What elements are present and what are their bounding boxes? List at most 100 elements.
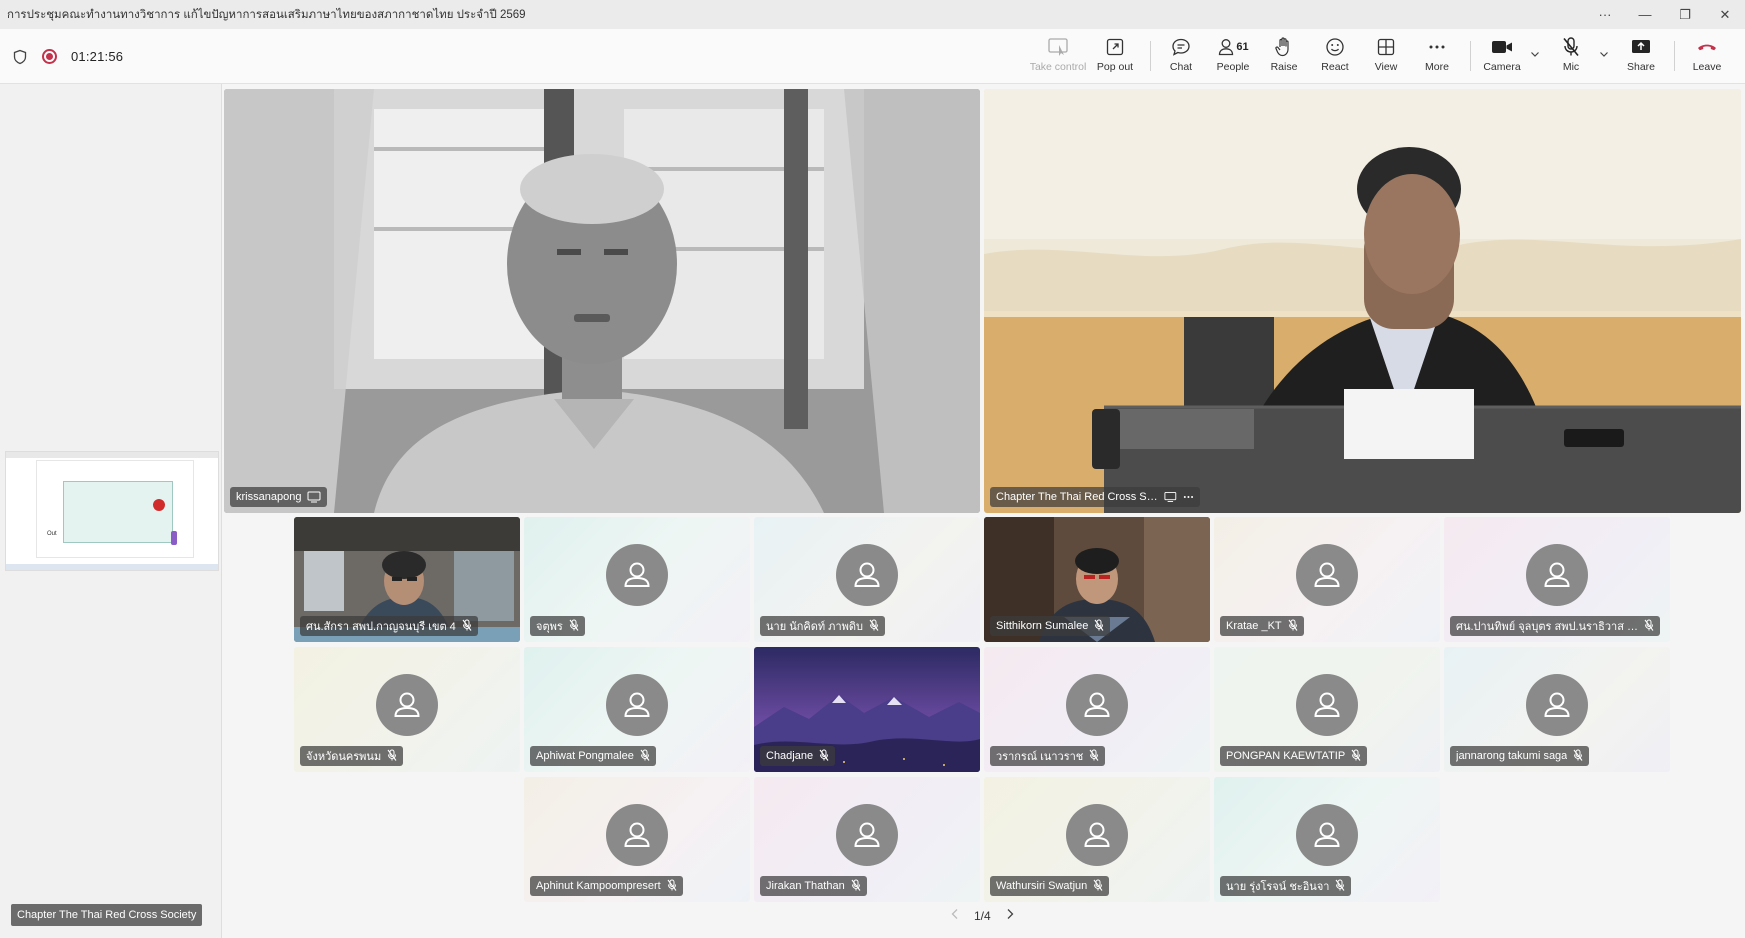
- participant-tile[interactable]: Kratae _KT: [1214, 517, 1440, 642]
- raise-hand-button[interactable]: Raise: [1256, 35, 1312, 79]
- chat-label: Chat: [1169, 61, 1193, 73]
- participant-nametag: นาย รุ่งโรจน์ ชะอินจา: [1220, 876, 1352, 896]
- featured-video-chapter-thai-red-cross[interactable]: Chapter The Thai Red Cross Society: [984, 89, 1741, 513]
- toolbar-divider: [1470, 41, 1471, 71]
- person-icon: [624, 562, 650, 587]
- leave-label: Leave: [1692, 61, 1722, 73]
- participant-tile[interactable]: ศน.สักรา สพป.กาญจนบุรี เขต 4: [294, 517, 520, 642]
- participant-tile[interactable]: PONGPAN KAEWTATIP: [1214, 647, 1440, 772]
- minimize-icon: —: [1638, 7, 1652, 22]
- person-icon: [1314, 822, 1340, 847]
- mic-off-icon: [869, 619, 879, 634]
- participant-name: Chadjane: [766, 750, 814, 762]
- camera-label: Camera: [1483, 61, 1521, 73]
- participant-tile[interactable]: จตุพร: [524, 517, 750, 642]
- hang-up-icon: [1698, 44, 1716, 51]
- mic-off-icon: [387, 749, 397, 764]
- recording-icon: [42, 49, 57, 64]
- featured-video-krissanapong[interactable]: krissanapong: [224, 89, 980, 513]
- chevron-down-icon: [1531, 52, 1539, 57]
- window-restore-button[interactable]: ❐: [1665, 0, 1705, 29]
- previous-page-button[interactable]: [950, 908, 960, 923]
- react-button[interactable]: React: [1307, 35, 1363, 79]
- shield-icon[interactable]: [12, 49, 28, 65]
- avatar: [1296, 673, 1358, 736]
- close-icon: ✕: [1719, 6, 1731, 22]
- participant-name: Jirakan Thathan: [766, 880, 845, 892]
- window-more-button[interactable]: ···: [1585, 0, 1625, 29]
- participant-tile[interactable]: นาย นักคิดท์ ภาพดิบ: [754, 517, 980, 642]
- participant-name: Kratae _KT: [1226, 620, 1282, 632]
- participant-name: Aphinut Kampoompresert: [536, 880, 661, 892]
- participant-name: จังหวัดนครพนม: [306, 751, 382, 763]
- participant-nametag: Chapter The Thai Red Cross Society: [990, 487, 1200, 507]
- participant-name: ศน.สักรา สพป.กาญจนบุรี เขต 4: [306, 621, 456, 633]
- participant-nametag: jannarong takumi saga: [1450, 746, 1590, 766]
- mic-off-icon: [667, 879, 677, 894]
- pop-out-button[interactable]: Pop out: [1087, 35, 1143, 79]
- video-feed: [224, 89, 980, 513]
- participant-tile[interactable]: jannarong takumi saga: [1444, 647, 1670, 772]
- meeting-timer: 01:21:56: [71, 49, 124, 64]
- participant-tile[interactable]: Aphinut Kampoompresert: [524, 777, 750, 902]
- share-label: Share: [1626, 61, 1656, 73]
- raise-hand-icon: [1275, 37, 1289, 57]
- chevron-down-icon: [1600, 52, 1608, 57]
- more-button[interactable]: More: [1409, 35, 1465, 79]
- pop-out-icon: [1106, 38, 1124, 56]
- smile-icon: [1326, 38, 1344, 56]
- avatar: [836, 543, 898, 606]
- participant-tile[interactable]: Jirakan Thathan: [754, 777, 980, 902]
- diagram-label: Out: [47, 531, 57, 537]
- participant-name: Wathursiri Swatjun: [996, 880, 1088, 892]
- participant-nametag: Sitthikorn Sumalee: [990, 616, 1111, 636]
- person-icon: [394, 692, 420, 717]
- avatar: [1066, 673, 1128, 736]
- mic-options-button[interactable]: [1597, 47, 1611, 61]
- window-close-button[interactable]: ✕: [1705, 0, 1745, 29]
- video-feed: [984, 89, 1741, 513]
- next-page-button[interactable]: [1005, 908, 1015, 923]
- mic-off-icon: [1644, 619, 1654, 634]
- page-indicator: 1/4: [974, 908, 991, 923]
- participant-name: นาย นักคิดท์ ภาพดิบ: [766, 621, 863, 633]
- window-titlebar: การประชุมคณะทำงานทางวิชาการ แก้ไขปัญหากา…: [0, 0, 1745, 29]
- participant-tile[interactable]: Chadjane: [754, 647, 980, 772]
- participant-tile[interactable]: ศน.ปานทิพย์ จุลบุตร สพป.นราธิวาส เ...: [1444, 517, 1670, 642]
- take-control-icon: [1048, 38, 1068, 56]
- people-button[interactable]: 61 People: [1205, 35, 1261, 79]
- participant-tile[interactable]: Aphiwat Pongmalee: [524, 647, 750, 772]
- participant-tile[interactable]: Sitthikorn Sumalee: [984, 517, 1210, 642]
- mic-button[interactable]: Mic: [1543, 35, 1599, 79]
- participant-tile[interactable]: จังหวัดนครพนม: [294, 647, 520, 772]
- take-control-button[interactable]: Take control: [1030, 35, 1086, 79]
- avatar: [376, 673, 438, 736]
- mic-off-icon: [1089, 749, 1099, 764]
- camera-button[interactable]: Camera: [1474, 35, 1530, 79]
- participant-tile[interactable]: วรากรณ์ เนาวราช: [984, 647, 1210, 772]
- shared-content-thumbnail[interactable]: Out: [5, 451, 219, 571]
- avatar: [606, 543, 668, 606]
- mic-off-icon: [1288, 619, 1298, 634]
- share-button[interactable]: Share: [1613, 35, 1669, 79]
- mic-off-icon: [640, 749, 650, 764]
- gallery-pager: 1/4: [950, 908, 1015, 923]
- mic-off-icon: [1563, 37, 1579, 57]
- person-icon: [624, 822, 650, 847]
- people-icon: [1219, 39, 1234, 56]
- more-horizontal-icon[interactable]: [1183, 491, 1194, 503]
- person-icon: [1314, 692, 1340, 717]
- left-panel: Out Chapter The Thai Red Cross Society: [0, 84, 222, 938]
- chat-button[interactable]: Chat: [1153, 35, 1209, 79]
- avatar: [606, 673, 668, 736]
- toolbar-divider: [1150, 41, 1151, 71]
- participant-tile[interactable]: Wathursiri Swatjun: [984, 777, 1210, 902]
- window-minimize-button[interactable]: —: [1625, 0, 1665, 29]
- raise-label: Raise: [1270, 61, 1298, 73]
- leave-button[interactable]: Leave: [1679, 35, 1735, 79]
- person-icon: [624, 692, 650, 717]
- participant-nametag: krissanapong: [230, 487, 328, 507]
- view-button[interactable]: View: [1358, 35, 1414, 79]
- camera-options-button[interactable]: [1528, 47, 1542, 61]
- participant-tile[interactable]: นาย รุ่งโรจน์ ชะอินจา: [1214, 777, 1440, 902]
